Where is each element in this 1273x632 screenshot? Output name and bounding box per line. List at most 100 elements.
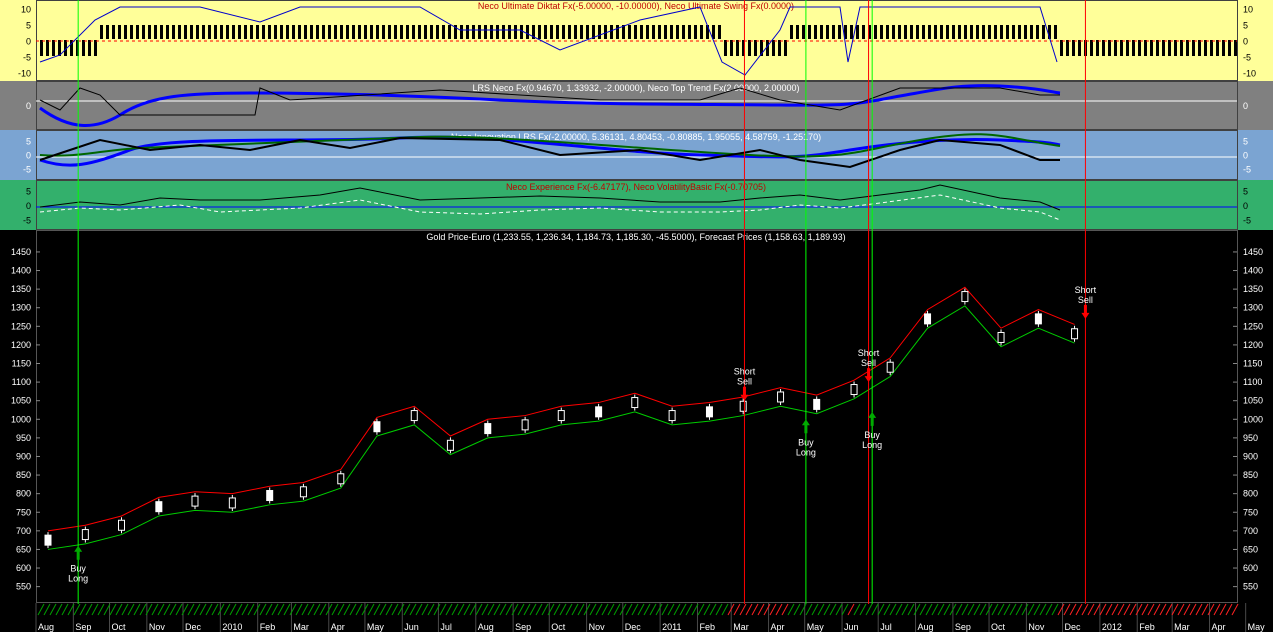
price-tick-label-left: 950 [16,433,31,443]
swing-bar [634,25,637,39]
swing-bar [436,25,439,39]
swing-bar [280,25,283,39]
swing-bar [478,25,481,39]
swing-bar [322,25,325,39]
swing-bar [676,25,679,39]
swing-bar [562,25,565,39]
price-tick-label-right: 650 [1243,544,1258,554]
x-label: Dec [1065,622,1082,632]
swing-bar [394,25,397,39]
swing-bar [268,25,271,39]
swing-bar [412,25,415,39]
x-label: Apr [1212,622,1226,632]
candle-body [813,398,821,410]
swing-bar [262,25,265,39]
x-label: 2011 [662,622,681,632]
swing-bar [790,25,793,39]
swing-bar [106,25,109,39]
price-tick-label-right: 1000 [1243,414,1263,424]
x-label: Apr [331,622,345,632]
swing-bar [808,25,811,39]
x-label: Oct [111,622,126,632]
buy-label: Long [68,574,88,584]
swing-bar [1060,40,1063,56]
swing-bar [940,25,943,39]
swing-bar [1168,40,1171,56]
p4-tick-label-left: -5 [23,215,31,225]
x-label: May [807,622,825,632]
swing-bar [472,25,475,39]
p2-tick-label-left: 0 [26,101,31,111]
swing-bar [160,25,163,39]
swing-bar [1054,25,1057,39]
p1-tick-label-right: 10 [1243,4,1253,14]
swing-bar [220,25,223,39]
p1-tick-label-left: 10 [21,4,31,14]
swing-bar [958,25,961,39]
candle-body [410,410,418,422]
swing-bar [1090,40,1093,56]
swing-bar [520,25,523,39]
swing-bar [250,25,253,39]
x-label: Apr [771,622,785,632]
swing-bar [112,25,115,39]
x-label: Aug [38,622,54,632]
candle-body [191,495,199,507]
x-label: Oct [991,622,1006,632]
swing-bar [610,25,613,39]
candle-body [595,406,603,418]
swing-bar [118,25,121,39]
swing-bar [586,25,589,39]
swing-bar [82,40,85,56]
price-tick-label-right: 750 [1243,507,1258,517]
swing-bar [952,25,955,39]
buy-label: Buy [864,430,880,440]
price-tick-label-left: 850 [16,470,31,480]
candle-body [81,529,89,541]
swing-bar [682,25,685,39]
price-tick-label-right: 1050 [1243,396,1263,406]
p4-tick-label-right: 0 [1243,201,1248,211]
swing-bar [430,25,433,39]
swing-bar [418,25,421,39]
swing-bar [244,25,247,39]
price-tick-label-left: 1450 [11,247,31,257]
swing-bar [616,25,619,39]
swing-bar [754,40,757,56]
swing-bar [184,25,187,39]
swing-bar [850,25,853,39]
swing-bar [52,40,55,56]
swing-bar [928,25,931,39]
swing-bar [880,25,883,39]
swing-bar [1018,25,1021,39]
swing-bar [574,25,577,39]
p1-tick-label-right: 5 [1243,20,1248,30]
swing-bar [1120,40,1123,56]
price-tick-label-left: 1400 [11,266,31,276]
x-label: Feb [699,622,715,632]
price-tick-label-left: 650 [16,544,31,554]
x-label: Nov [589,622,606,632]
price-tick-label-right: 800 [1243,489,1258,499]
p3-tick-label-right: 0 [1243,151,1248,161]
swing-bar [490,25,493,39]
swing-bar [352,25,355,39]
swing-bar [802,25,805,39]
candle-body [705,406,713,418]
swing-bar [382,25,385,39]
swing-bar [664,25,667,39]
swing-bar [142,25,145,39]
p4-tick-label-left: 5 [26,187,31,197]
swing-bar [874,25,877,39]
swing-bar [916,25,919,39]
swing-bar [1150,40,1153,56]
swing-bar [856,25,859,39]
swing-bar [1222,40,1225,56]
swing-bar [580,25,583,39]
candle-body [850,384,858,396]
swing-bar [730,40,733,56]
swing-bar [1102,40,1105,56]
price-tick-label-right: 900 [1243,451,1258,461]
p3-tick-label-right: -5 [1243,165,1251,175]
price-tick-label-right: 1350 [1243,284,1263,294]
